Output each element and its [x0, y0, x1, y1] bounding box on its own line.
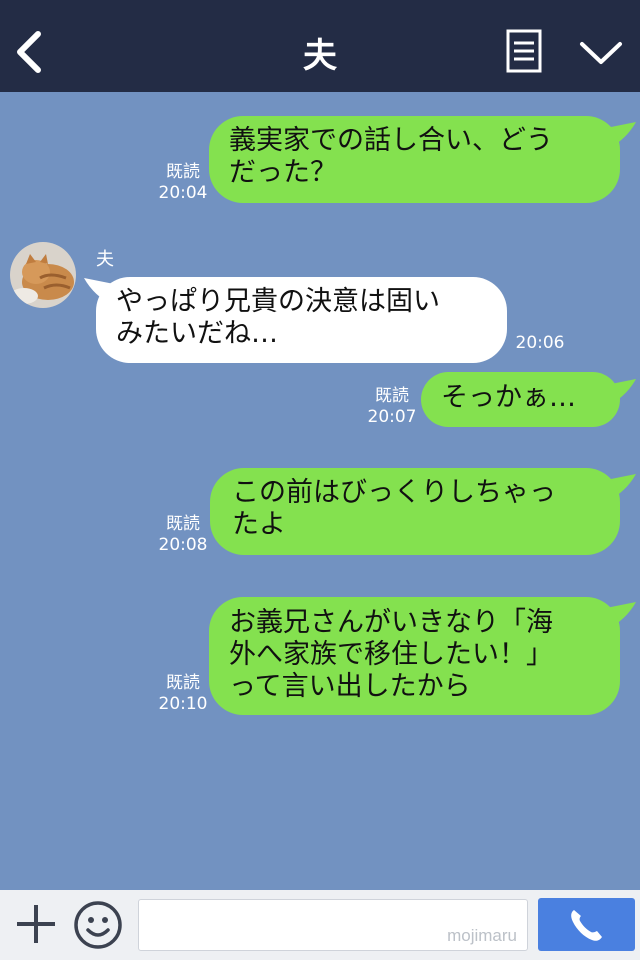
read-label: 既読 — [166, 673, 200, 693]
message-time: 20:07 — [367, 407, 417, 427]
message-text: そっかぁ… — [441, 382, 576, 413]
read-label: 既読 — [166, 162, 200, 182]
add-button[interactable] — [14, 902, 58, 946]
chat-header: 夫 — [0, 0, 640, 92]
read-label: 既読 — [166, 514, 200, 534]
emoji-button[interactable] — [73, 900, 123, 950]
read-receipt: 既読 20:07 — [364, 386, 420, 428]
note-menu-icon — [506, 29, 542, 73]
message-time: 20:10 — [158, 694, 208, 714]
message-time: 20:08 — [158, 535, 208, 555]
message-time: 20:04 — [158, 183, 208, 203]
read-receipt: 既読 20:04 — [155, 162, 211, 204]
message-bubble[interactable]: やっぱり兄貴の決意は固い みたいだね… — [96, 277, 507, 363]
message-text: やっぱり兄貴の決意は固い みたいだね… — [116, 286, 440, 349]
message-bubble[interactable]: 義実家での話し合い、どう だった？ — [209, 116, 620, 203]
cat-photo-avatar — [10, 242, 76, 308]
input-bar: mojimaru — [0, 890, 640, 960]
chevron-down-icon — [580, 42, 622, 64]
read-receipt: 既読 20:08 — [155, 514, 211, 556]
message-time: 20:06 — [515, 333, 565, 353]
message-bubble[interactable]: お義兄さんがいきなり「海 外へ家族で移住したい！」 って言い出したから — [209, 597, 620, 715]
read-receipt: 既読 20:10 — [155, 673, 211, 715]
chevron-left-icon — [17, 31, 41, 73]
message-input[interactable] — [139, 900, 527, 950]
read-label: 既読 — [375, 386, 409, 406]
message-text: この前はびっくりしちゃっ たよ — [232, 477, 556, 540]
message-bubble[interactable]: そっかぁ… — [421, 372, 620, 427]
plus-icon — [17, 905, 55, 943]
back-button[interactable] — [10, 24, 50, 76]
phone-icon — [571, 910, 602, 941]
chat-area[interactable]: 既読 20:04 義実家での話し合い、どう だった？ 夫 やっぱり兄貴の決意は固… — [0, 92, 640, 890]
message-text: お義兄さんがいきなり「海 外へ家族で移住したい！」 って言い出したから — [229, 607, 553, 702]
message-input-box[interactable]: mojimaru — [138, 899, 528, 951]
note-menu-button[interactable] — [500, 28, 548, 76]
avatar[interactable] — [10, 242, 76, 308]
message-text: 義実家での話し合い、どう だった？ — [229, 125, 553, 188]
sender-name: 夫 — [96, 249, 114, 270]
smiley-icon — [74, 901, 122, 949]
message-bubble[interactable]: この前はびっくりしちゃっ たよ — [210, 468, 620, 555]
call-button[interactable] — [538, 898, 635, 951]
collapse-button[interactable] — [576, 34, 626, 70]
